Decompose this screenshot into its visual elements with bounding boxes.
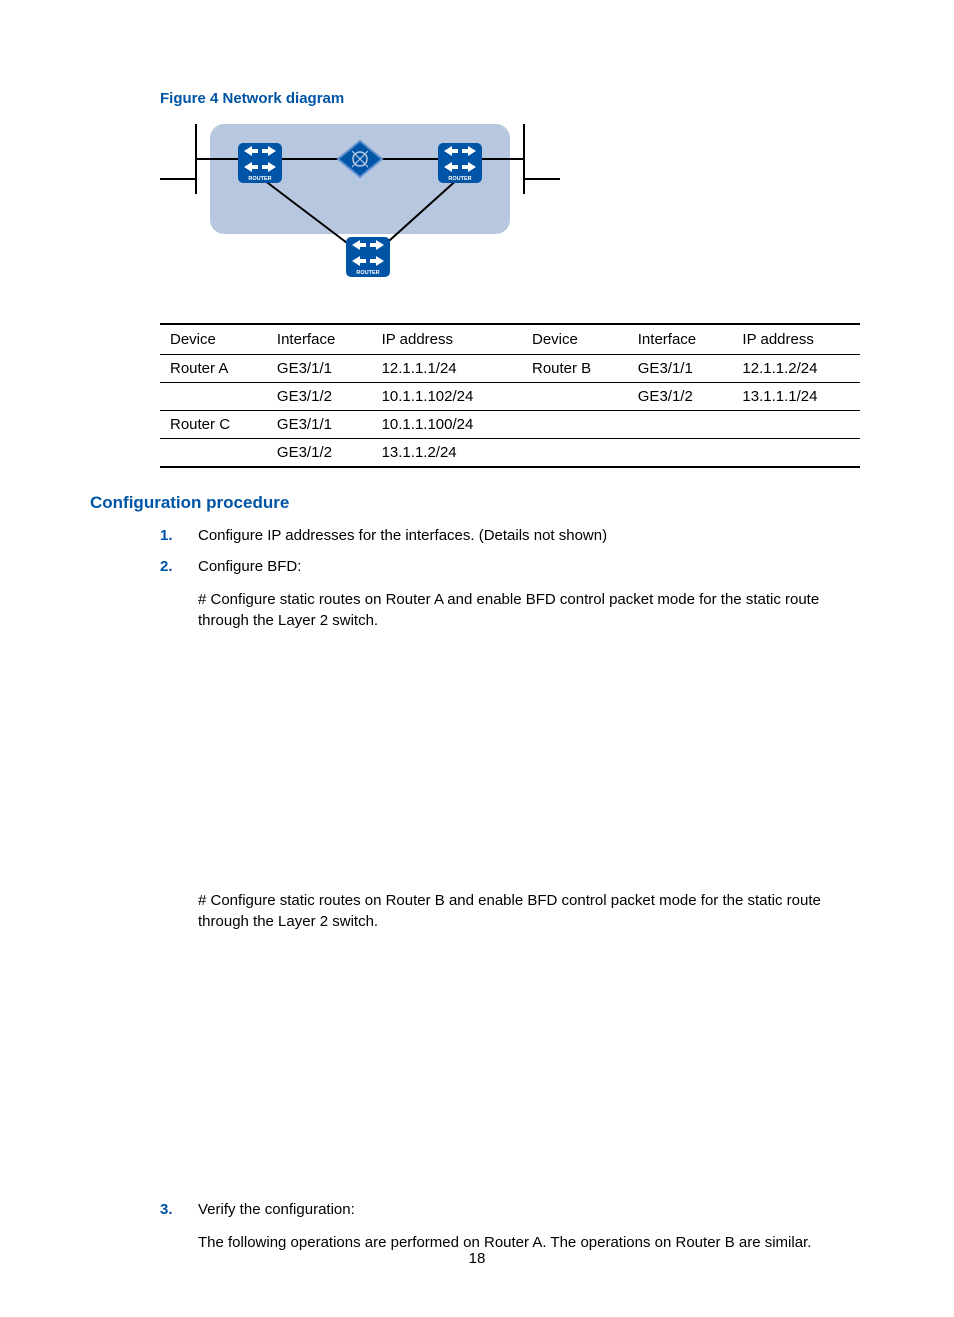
table-row: GE3/1/213.1.1.2/24 xyxy=(160,439,860,468)
procedure-step: Verify the configuration:The following o… xyxy=(160,1201,864,1253)
step-subtext: # Configure static routes on Router A an… xyxy=(198,589,864,631)
table-header: Device xyxy=(160,324,267,355)
network-diagram: ROUTER ROUTER ROUTER xyxy=(160,119,864,293)
figure-caption: Figure 4 Network diagram xyxy=(160,90,864,107)
step-text: Configure IP addresses for the interface… xyxy=(198,527,864,544)
table-header: Interface xyxy=(267,324,372,355)
table-header: IP address xyxy=(732,324,860,355)
svg-text:ROUTER: ROUTER xyxy=(448,176,471,182)
procedure-step: Configure BFD: # Configure static routes … xyxy=(160,558,864,1191)
address-table: DeviceInterfaceIP addressDeviceInterface… xyxy=(160,323,864,468)
svg-text:ROUTER: ROUTER xyxy=(356,270,379,276)
table-header: Interface xyxy=(628,324,733,355)
step-text: Configure BFD: xyxy=(198,558,864,575)
table-row: Router CGE3/1/110.1.1.100/24 xyxy=(160,411,860,439)
procedure-step: Configure IP addresses for the interface… xyxy=(160,527,864,544)
page-number: 18 xyxy=(0,1250,954,1267)
step-text: Verify the configuration: xyxy=(198,1201,864,1218)
svg-text:ROUTER: ROUTER xyxy=(248,176,271,182)
step-subtext: # Configure static routes on Router B an… xyxy=(198,890,864,932)
table-header: Device xyxy=(522,324,628,355)
router-icon: ROUTER xyxy=(438,143,482,183)
table-row: Router AGE3/1/112.1.1.1/24Router BGE3/1/… xyxy=(160,355,860,383)
router-icon: ROUTER xyxy=(238,143,282,183)
table-row: GE3/1/210.1.1.102/24GE3/1/213.1.1.1/24 xyxy=(160,383,860,411)
section-heading: Configuration procedure xyxy=(90,493,864,513)
router-icon: ROUTER xyxy=(346,237,390,277)
table-header: IP address xyxy=(372,324,522,355)
procedure-list: Configure IP addresses for the interface… xyxy=(160,527,864,1253)
